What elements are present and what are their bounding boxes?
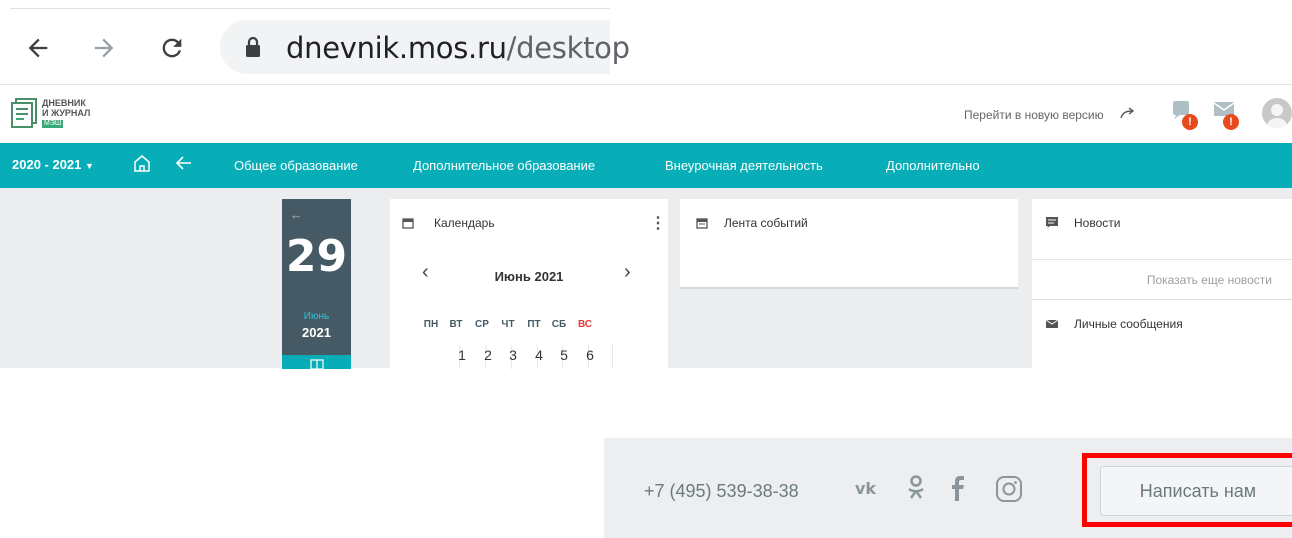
date-day: 29 xyxy=(285,231,348,282)
dashboard-content: ← 29 Июнь 2021 Календарь ⋮ ‹ Июнь 2021 ›… xyxy=(0,188,1292,369)
notifications-badge: ! xyxy=(1182,114,1198,130)
news-title: Новости xyxy=(1074,216,1121,230)
weekday-label-sunday: ВС xyxy=(577,319,593,330)
toolbar-divider xyxy=(10,8,610,9)
notifications-icon[interactable]: ! xyxy=(1172,100,1198,130)
column-divider xyxy=(612,345,613,369)
weekday-label: ПТ xyxy=(527,319,541,330)
avatar[interactable] xyxy=(1262,98,1292,128)
events-title: Лента событий xyxy=(724,216,808,230)
lock-icon xyxy=(244,36,262,63)
logo-icon xyxy=(11,98,37,128)
weekday-label: СР xyxy=(475,319,489,330)
logo-badge: МЭШ xyxy=(42,120,64,128)
browser-toolbar: dnevnik.mos.ru/desktop xyxy=(0,0,630,86)
arrow-forward-icon xyxy=(1120,106,1136,122)
messages-widget: Личные сообщения xyxy=(1032,299,1292,368)
calendar-widget: Календарь ⋮ ‹ Июнь 2021 › ПН ВТ СР ЧТ ПТ… xyxy=(390,199,668,369)
instagram-icon[interactable] xyxy=(994,474,1024,509)
toolbar-bottom-border xyxy=(0,84,1292,85)
mail-badge: ! xyxy=(1223,114,1239,130)
date-card-action[interactable] xyxy=(282,355,351,369)
year-selector[interactable]: 2020 - 2021 ▼ xyxy=(12,157,94,172)
envelope-icon xyxy=(1045,318,1059,332)
date-year: 2021 xyxy=(302,325,331,340)
phone-number[interactable]: +7 (495) 539-38-38 xyxy=(644,481,799,502)
main-nav: 2020 - 2021 ▼ Общее образование Дополнит… xyxy=(0,143,1292,188)
mail-icon[interactable]: ! xyxy=(1213,100,1239,130)
calendar-day[interactable]: 3 xyxy=(502,347,524,363)
reload-icon[interactable] xyxy=(152,28,192,68)
weekday-label: СБ xyxy=(551,319,567,330)
logo[interactable]: ДНЕВНИК И ЖУРНАЛ МЭШ xyxy=(10,96,130,130)
nav-item-general-education[interactable]: Общее образование xyxy=(234,158,358,173)
date-card: ← 29 Июнь 2021 xyxy=(282,199,351,369)
calendar-day[interactable]: 2 xyxy=(477,347,499,363)
messages-title: Личные сообщения xyxy=(1074,317,1183,331)
weekday-label: ЧТ xyxy=(501,319,515,330)
date-back-icon[interactable]: ← xyxy=(290,207,303,222)
book-icon xyxy=(310,359,324,369)
news-widget: Новости Показать еще новости xyxy=(1032,199,1292,299)
odnoklassniki-icon[interactable] xyxy=(904,474,928,507)
calendar-day[interactable]: 5 xyxy=(553,347,575,363)
nav-item-additional[interactable]: Дополнительно xyxy=(886,158,980,173)
address-bar[interactable]: dnevnik.mos.ru/desktop xyxy=(220,20,630,74)
date-month: Июнь xyxy=(303,311,330,322)
weekday-label: ВТ xyxy=(449,319,463,330)
vk-icon[interactable]: vk xyxy=(854,474,882,507)
show-more-news-link[interactable]: Показать еще новости xyxy=(1032,259,1292,299)
calendar-icon xyxy=(402,217,414,232)
app-header: ДНЕВНИК И ЖУРНАЛ МЭШ Перейти в новую вер… xyxy=(0,86,1292,142)
svg-text:vk: vk xyxy=(855,479,876,498)
nav-item-extracurricular[interactable]: Внеурочная деятельность xyxy=(665,158,823,173)
nav-item-additional-education[interactable]: Дополнительное образование xyxy=(413,158,595,173)
footer: +7 (495) 539-38-38 vk Написать нам xyxy=(604,438,1292,538)
calendar-day[interactable]: 6 xyxy=(579,347,601,363)
forward-icon[interactable] xyxy=(84,28,124,68)
calendar-day[interactable]: 1 xyxy=(451,347,473,363)
home-icon[interactable] xyxy=(132,153,152,178)
back-icon[interactable] xyxy=(18,28,58,68)
logo-text: ДНЕВНИК И ЖУРНАЛ xyxy=(42,98,91,118)
back-arrow-icon[interactable] xyxy=(174,153,194,178)
url-text: dnevnik.mos.ru/desktop xyxy=(286,31,630,65)
weekday-label: ПН xyxy=(423,319,439,330)
facebook-icon[interactable] xyxy=(947,474,967,507)
events-feed-widget: Лента событий xyxy=(680,199,1018,289)
calendar-day[interactable]: 4 xyxy=(528,347,550,363)
more-menu-icon[interactable]: ⋮ xyxy=(650,213,666,233)
new-version-link[interactable]: Перейти в новую версию xyxy=(964,108,1104,122)
news-icon xyxy=(1046,217,1058,231)
calendar-title: Календарь xyxy=(434,216,495,230)
event-feed-icon xyxy=(696,217,708,232)
write-us-button[interactable]: Написать нам xyxy=(1100,466,1292,516)
next-month-icon[interactable]: › xyxy=(624,261,631,284)
